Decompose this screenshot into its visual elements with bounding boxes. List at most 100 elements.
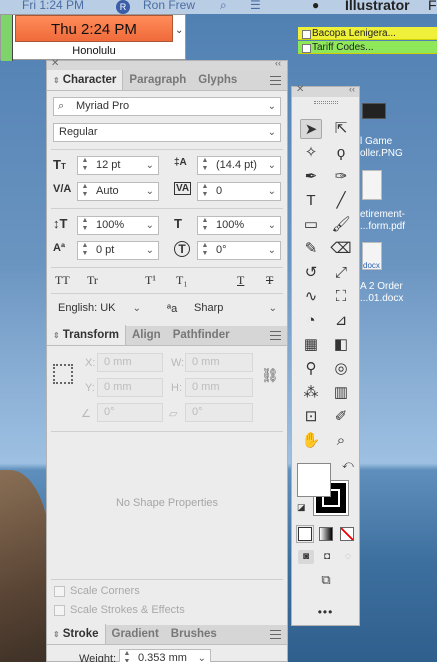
tab-stroke[interactable]: ⇕ Stroke (47, 624, 106, 644)
tab-pathfinder[interactable]: Pathfinder (167, 325, 236, 345)
fill-swatch[interactable] (297, 463, 331, 497)
font-family-field[interactable]: ⌕ Myriad Pro ⌄ (53, 97, 281, 116)
sticky-note-green[interactable]: Tariff Codes... (298, 41, 437, 54)
subscript-button[interactable]: T₁ (176, 273, 188, 288)
all-caps-button[interactable]: TT (55, 273, 70, 288)
drag-handle[interactable] (314, 101, 338, 104)
line-segment-tool-icon[interactable]: ╱ (330, 191, 352, 211)
reference-point-icon[interactable] (53, 364, 73, 384)
stepper-icon[interactable]: ▲ ▼ (80, 183, 90, 200)
user-avatar-icon[interactable]: R (116, 0, 130, 14)
scale-strokes-checkbox[interactable] (54, 605, 65, 616)
stepper-icon[interactable]: ▲ ▼ (80, 242, 90, 259)
leading-field[interactable]: ▲ ▼ (14.4 pt) ⌄ (197, 156, 281, 175)
stroke-weight-field[interactable]: ▲ ▼ 0.353 mm ⌄ (119, 649, 211, 662)
screen-mode-icon[interactable]: ⧉ (316, 573, 336, 587)
pdf-file-thumbnail[interactable] (362, 170, 382, 200)
stepper-icon[interactable]: ▲ ▼ (80, 217, 90, 234)
stepper-icon[interactable]: ▲ ▼ (200, 183, 210, 200)
curvature-tool-icon[interactable]: ✑ (330, 167, 352, 187)
stepper-icon[interactable]: ▲ ▼ (200, 157, 210, 174)
constrain-proportions-link-icon[interactable]: ⛓ (261, 367, 279, 384)
small-caps-button[interactable]: Tr (87, 273, 98, 288)
w-field[interactable]: 0 mm (185, 353, 253, 372)
docx-file-thumbnail[interactable]: docx (362, 242, 382, 270)
kerning-field[interactable]: ▲ ▼ Auto ⌄ (77, 182, 159, 201)
panel-menu-icon[interactable] (270, 76, 281, 85)
notification-center-icon[interactable]: ☰ (250, 0, 261, 12)
none-mode-icon[interactable] (340, 527, 354, 541)
shaper-tool-icon[interactable]: ✎ (300, 239, 322, 259)
tab-align[interactable]: Align (126, 325, 167, 345)
y-field[interactable]: 0 mm (97, 378, 163, 397)
stepper-icon[interactable]: ▲ ▼ (200, 217, 210, 234)
pen-tool-icon[interactable]: ✒ (300, 167, 322, 187)
desktop-file-docx[interactable]: A 2 Order ...01.docx (360, 281, 403, 305)
chevron-down-icon[interactable]: ⌄ (133, 300, 141, 317)
vertical-scale-field[interactable]: ▲ ▼ 100% ⌄ (77, 216, 159, 235)
swap-fill-stroke-icon[interactable]: ⤺ (342, 459, 354, 472)
tab-transform[interactable]: ⇕ Transform (47, 325, 126, 345)
draw-inside-icon[interactable]: ◌ (340, 550, 356, 564)
free-transform-tool-icon[interactable]: ⛶ (330, 287, 352, 307)
font-size-field[interactable]: ▲ ▼ 12 pt ⌄ (77, 156, 159, 175)
tab-character[interactable]: ⇕ Character (47, 70, 124, 90)
tab-paragraph[interactable]: Paragraph (123, 70, 192, 90)
desktop-file-pdf[interactable]: etirement- ...form.pdf (360, 209, 405, 233)
superscript-button[interactable]: T¹ (145, 273, 156, 288)
shear-field[interactable]: 0° (185, 403, 253, 422)
chevron-down-icon[interactable]: ⌄ (268, 242, 276, 259)
paintbrush-tool-icon[interactable]: 🖌 (330, 215, 352, 235)
draw-behind-icon[interactable]: ◘ (319, 550, 335, 564)
x-field[interactable]: 0 mm (97, 353, 163, 372)
shape-builder-tool-icon[interactable]: ◔ (300, 311, 322, 331)
tab-glyphs[interactable]: Glyphs (192, 70, 243, 90)
sticky-note-yellow[interactable]: Bacopa Lenigera... (298, 27, 437, 40)
artboard-tool-icon[interactable]: ⊡ (300, 407, 322, 427)
blend-tool-icon[interactable]: ◎ (330, 359, 352, 379)
toolbox-titlebar[interactable]: ✕ ‹‹ (292, 84, 359, 97)
zoom-tool-icon[interactable]: ⌕ (330, 431, 352, 451)
scale-tool-icon[interactable]: ⤢ (330, 263, 352, 283)
menubar-user[interactable]: Ron Frew (143, 0, 195, 12)
scale-corners-checkbox[interactable] (54, 586, 65, 597)
stepper-icon[interactable]: ▲ ▼ (122, 650, 132, 662)
underline-button[interactable]: T (237, 273, 244, 288)
file-menu[interactable]: F (428, 0, 437, 13)
chevron-down-icon[interactable]: ⌄ (198, 650, 206, 662)
panel-menu-icon[interactable] (270, 630, 281, 639)
eyedropper-tool-icon[interactable]: ⚲ (300, 359, 322, 379)
tracking-field[interactable]: ▲ ▼ 0 ⌄ (197, 182, 281, 201)
chevron-down-icon[interactable]: ⌄ (146, 242, 154, 259)
apple-menu-icon[interactable]: ● (312, 0, 319, 12)
perspective-grid-tool-icon[interactable]: ⊿ (330, 311, 352, 331)
tab-gradient[interactable]: Gradient (106, 624, 165, 644)
strikethrough-button[interactable]: T (266, 273, 273, 288)
png-file-thumbnail[interactable] (362, 103, 386, 119)
collapse-icon[interactable]: ‹‹ (349, 84, 355, 94)
stepper-icon[interactable]: ▲ ▼ (80, 157, 90, 174)
lasso-tool-icon[interactable]: ϙ (330, 143, 352, 163)
clock-dropdown-chevron-icon[interactable]: ⌄ (175, 25, 183, 36)
close-icon[interactable]: ✕ (296, 84, 304, 95)
draw-normal-icon[interactable]: ◙ (298, 550, 314, 564)
symbol-sprayer-tool-icon[interactable]: ⁂ (300, 383, 322, 403)
rotate-tool-icon[interactable]: ↺ (300, 263, 322, 283)
eraser-tool-icon[interactable]: ⌫ (330, 239, 352, 259)
chevron-down-icon[interactable]: ⌄ (269, 300, 277, 317)
desktop-file-png[interactable]: l Game oller.PNG (360, 136, 403, 160)
color-mode-icon[interactable] (296, 525, 314, 543)
selection-tool-icon[interactable]: ➤ (300, 119, 322, 139)
edit-toolbar-more-icon[interactable]: ••• (292, 605, 359, 619)
rotate-field[interactable]: 0° (97, 403, 163, 422)
horizontal-scale-field[interactable]: ▲ ▼ 100% ⌄ (197, 216, 281, 235)
column-graph-tool-icon[interactable]: ▥ (330, 383, 352, 403)
spotlight-search-icon[interactable]: ⌕ (220, 0, 227, 13)
warp-tool-icon[interactable]: ∿ (300, 287, 322, 307)
gradient-mode-icon[interactable] (319, 527, 333, 541)
baseline-shift-field[interactable]: ▲ ▼ 0 pt ⌄ (77, 241, 159, 260)
hand-tool-icon[interactable]: ✋ (300, 431, 322, 451)
h-field[interactable]: 0 mm (185, 378, 253, 397)
direct-selection-tool-icon[interactable]: ⇱ (330, 119, 352, 139)
chevron-down-icon[interactable]: ⌄ (268, 183, 276, 200)
